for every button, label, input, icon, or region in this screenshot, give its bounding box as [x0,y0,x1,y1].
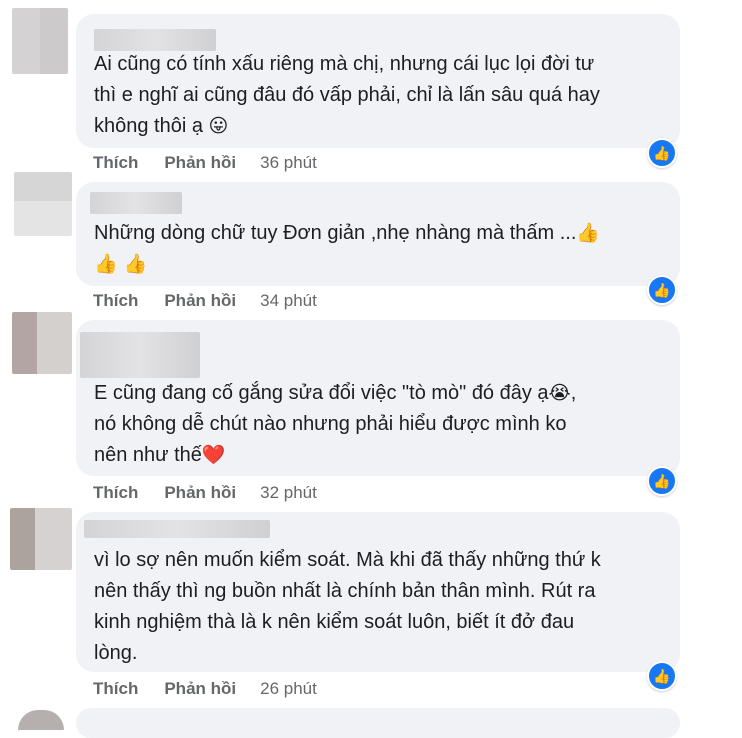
avatar[interactable] [14,172,72,236]
comment-actions: Thích Phản hồi 34 phút [93,291,317,311]
commenter-name[interactable] [84,520,270,538]
thumbs-up-icon[interactable]: 👍 [647,275,677,305]
comment-actions: Thích Phản hồi 36 phút [93,153,317,173]
avatar[interactable] [10,508,72,570]
thumbs-up-icon[interactable]: 👍 [647,138,677,168]
crying-emoji: 😭 [548,382,571,404]
commenter-name[interactable] [90,192,182,214]
reply-button[interactable]: Phản hồi [164,483,236,503]
red-heart-emoji: ❤️ [201,444,226,466]
comment-actions: Thích Phản hồi 32 phút [93,483,317,503]
tongue-out-emoji: 😛 [208,115,229,137]
avatar[interactable] [12,312,72,374]
avatar[interactable] [12,8,68,74]
comment-text: vì lo sợ nên muốn kiểm soát. Mà khi đã t… [94,549,601,664]
reply-button[interactable]: Phản hồi [164,679,236,699]
comment-time[interactable]: 34 phút [260,291,317,311]
comment-text: Những dòng chữ tuy Đơn giản ,nhẹ nhàng m… [94,222,601,244]
commenter-name[interactable] [80,332,200,378]
thumbs-up-icon[interactable]: 👍 [647,661,677,691]
avatar[interactable] [18,710,64,730]
comment-time[interactable]: 32 phút [260,483,317,503]
comment-text: E cũng đang cố gắng sửa đổi việc "tò mò"… [94,382,577,404]
thumbs-up-icon[interactable]: 👍 [647,466,677,496]
comment-bubble: E cũng đang cố gắng sửa đổi việc "tò mò"… [76,320,680,476]
like-button[interactable]: Thích [93,153,138,173]
like-button[interactable]: Thích [93,483,138,503]
commenter-name[interactable] [94,29,216,51]
thumbs-up-emoji: 👍 [576,222,601,244]
comment-text: Ai cũng có tính xấu riêng mà chị, nhưng … [94,53,600,137]
comment-time[interactable]: 36 phút [260,153,317,173]
comment-time[interactable]: 26 phút [260,679,317,699]
reply-button[interactable]: Phản hồi [164,291,236,311]
comment-bubble [76,708,680,738]
thumbs-up-emoji-row: 👍 👍 [94,253,148,275]
comment-text-continued: nó không dễ chút nào nhưng phải hiểu đượ… [94,413,567,466]
comment-bubble: vì lo sợ nên muốn kiểm soát. Mà khi đã t… [76,512,680,672]
reply-button[interactable]: Phản hồi [164,153,236,173]
comment-bubble: Những dòng chữ tuy Đơn giản ,nhẹ nhàng m… [76,182,680,286]
like-button[interactable]: Thích [93,291,138,311]
like-button[interactable]: Thích [93,679,138,699]
comment-actions: Thích Phản hồi 26 phút [93,679,317,699]
comment-bubble: Ai cũng có tính xấu riêng mà chị, nhưng … [76,14,680,148]
